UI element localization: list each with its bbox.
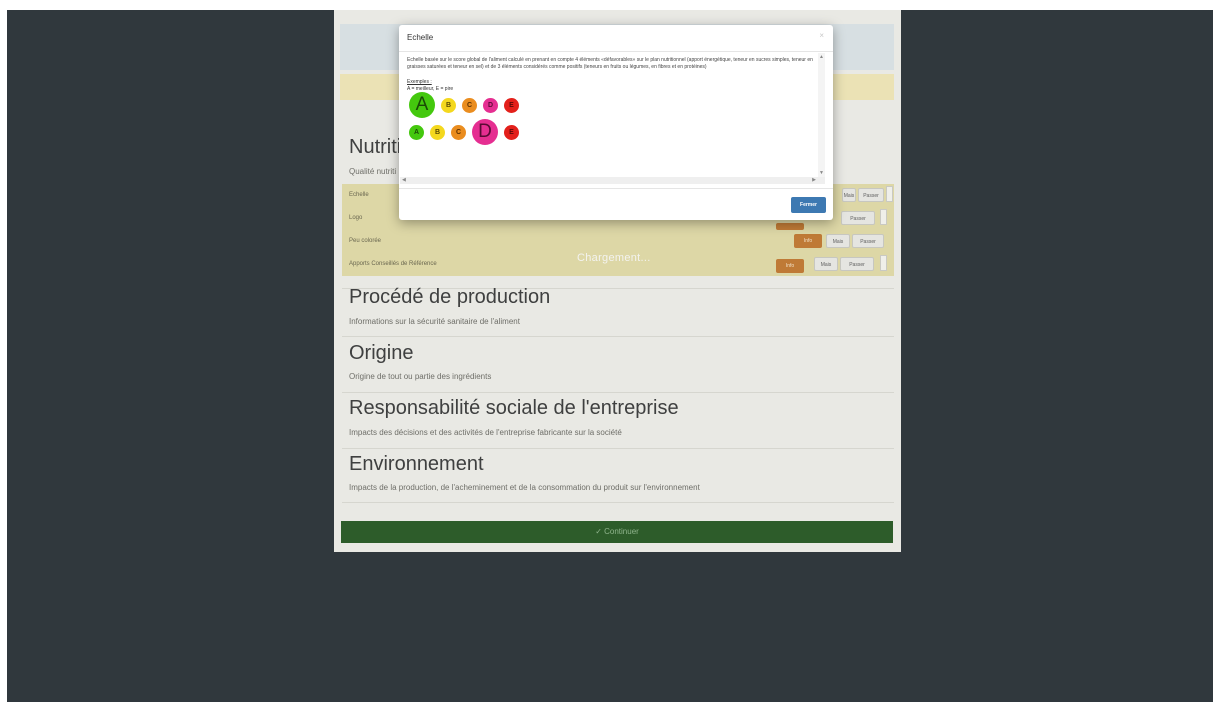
grade-examples: ABCDE ABCDE	[407, 92, 557, 152]
info-button[interactable]: Info	[776, 259, 804, 273]
criteria-row-peu-coloree: Peu colorée Info Mais Passer	[342, 230, 894, 253]
divider	[342, 448, 894, 449]
criteria-label: Peu colorée	[349, 238, 382, 244]
grade-circle-e: E	[504, 97, 519, 113]
grade-circle-e: E	[504, 124, 519, 140]
scroll-right-icon[interactable]: ▶	[812, 177, 816, 184]
section-title-environnement: Environnement	[349, 453, 484, 475]
scroll-down-icon[interactable]: ▼	[818, 170, 825, 176]
modal-footer-divider	[399, 188, 833, 189]
grade-circle-a: A	[409, 124, 424, 140]
yes-button[interactable]: Mais	[842, 188, 856, 202]
yes-button[interactable]: Mais	[826, 234, 850, 248]
grade-circle-c: C	[451, 124, 466, 140]
examples-heading: Exemples :	[407, 79, 432, 85]
section-title-rse: Responsabilité sociale de l'entreprise	[349, 397, 679, 419]
divider	[342, 502, 894, 503]
row-stepper[interactable]	[886, 186, 893, 202]
loading-indicator: Chargement...	[577, 252, 651, 264]
skip-button[interactable]: Passer	[858, 188, 884, 202]
grade-circle-d: D	[483, 97, 498, 113]
horizontal-scrollbar[interactable]: ◀ ▶	[400, 177, 825, 184]
grade-circle-a: A	[409, 92, 435, 118]
row-stepper[interactable]	[880, 209, 887, 225]
skip-button[interactable]: Passer	[840, 257, 874, 271]
section-subtitle-origine: Origine de tout ou partie des ingrédient…	[349, 372, 492, 381]
scroll-up-icon[interactable]: ▲	[818, 54, 825, 60]
yes-button[interactable]: Mais	[814, 257, 838, 271]
close-button[interactable]: Fermer	[791, 197, 826, 213]
modal-body: Echelle basée sur le score global de l'a…	[407, 57, 817, 175]
close-icon[interactable]: ×	[819, 31, 824, 40]
section-title-production: Procédé de production	[349, 286, 551, 308]
section-subtitle-production: Informations sur la sécurité sanitaire d…	[349, 317, 520, 326]
section-subtitle-nutrition: Qualité nutriti	[349, 167, 397, 176]
modal-header-divider	[399, 51, 833, 52]
grade-circle-b: B	[430, 124, 445, 140]
divider	[342, 336, 894, 337]
criteria-label: Logo	[349, 215, 363, 221]
continue-label: Continuer	[604, 527, 639, 536]
criteria-label: Apports Conseillés de Référence	[349, 261, 437, 267]
grade-circle-b: B	[441, 97, 456, 113]
divider	[342, 392, 894, 393]
section-subtitle-environnement: Impacts de la production, de l'acheminem…	[349, 483, 700, 492]
grade-example-row: ABCDE	[407, 119, 557, 147]
section-title-origine: Origine	[349, 342, 414, 364]
skip-button[interactable]: Passer	[852, 234, 884, 248]
criteria-label: Echelle	[349, 192, 369, 198]
info-button[interactable]	[776, 223, 804, 230]
row-stepper[interactable]	[880, 255, 887, 271]
section-subtitle-rse: Impacts des décisions et des activités d…	[349, 428, 622, 437]
continue-button[interactable]: ✓ Continuer	[341, 521, 893, 543]
scale-description: Echelle basée sur le score global de l'a…	[407, 57, 813, 70]
scroll-left-icon[interactable]: ◀	[402, 177, 406, 184]
grade-example-row: ABCDE	[407, 92, 557, 120]
check-circle-icon: ✓	[595, 527, 602, 536]
grade-circle-d: D	[472, 119, 498, 145]
grade-circle-c: C	[462, 97, 477, 113]
scale-modal: Echelle × Echelle basée sur le score glo…	[399, 25, 833, 220]
vertical-scrollbar[interactable]: ▲ ▼	[818, 53, 825, 177]
info-button[interactable]: Info	[794, 234, 822, 248]
skip-button[interactable]: Passer	[841, 211, 875, 225]
modal-title: Echelle	[407, 33, 434, 42]
